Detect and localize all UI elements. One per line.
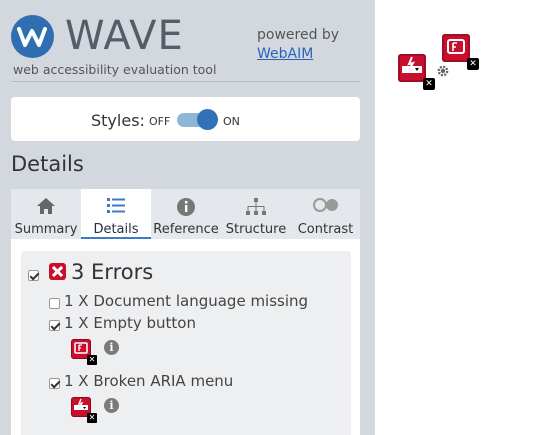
wave-logo-icon — [11, 15, 54, 58]
contrast-icon — [291, 197, 360, 217]
tab-reference[interactable]: Reference — [151, 189, 221, 239]
tab-reference-label: Reference — [153, 222, 219, 237]
styles-toggle-card: Styles: OFF ON — [11, 97, 360, 141]
error-x-icon — [49, 263, 66, 280]
item-checkbox-empty-button[interactable] — [49, 320, 60, 331]
styles-off-label: OFF — [149, 115, 171, 128]
styles-toggle-switch[interactable] — [177, 109, 218, 130]
page-empty-button-badge-icon[interactable]: ✕ — [442, 34, 479, 70]
tab-structure[interactable]: Structure — [221, 189, 291, 239]
close-icon: ✕ — [467, 58, 479, 70]
logo-subtitle: web accessibility evaluation tool — [13, 62, 217, 77]
tab-details[interactable]: Details — [81, 189, 151, 239]
styles-label: Styles: — [91, 111, 145, 130]
item-language-missing[interactable]: 1 X Document language missing — [64, 292, 308, 310]
list-icon — [81, 197, 151, 217]
wave-sidebar: WAVE web accessibility evaluation tool p… — [0, 0, 375, 435]
item-broken-aria-menu[interactable]: 1 X Broken ARIA menu — [64, 372, 233, 390]
tab-contrast-label: Contrast — [297, 222, 354, 237]
close-icon: ✕ — [423, 78, 435, 90]
gear-icon[interactable] — [436, 63, 450, 82]
brand-header: WAVE web accessibility evaluation tool p… — [11, 11, 366, 81]
errors-list: 3 Errors 1 X Document language missing 1… — [21, 251, 351, 435]
page-aria-menu-badge-icon[interactable]: ✕ — [398, 54, 435, 90]
tab-details-label: Details — [93, 222, 139, 237]
toggle-knob — [197, 109, 218, 130]
tab-summary-label: Summary — [14, 222, 78, 237]
close-icon: ✕ — [87, 355, 97, 365]
tab-contrast[interactable]: Contrast — [291, 189, 360, 239]
webaim-link[interactable]: WebAIM — [257, 46, 313, 62]
tab-structure-label: Structure — [225, 222, 287, 237]
powered-by-text: powered by — [257, 27, 340, 43]
close-icon: ✕ — [87, 413, 97, 423]
details-panel: Summary Details Reference Structure Cont… — [11, 189, 360, 435]
aria-menu-badge-icon[interactable]: ✕ — [71, 397, 97, 423]
styles-on-label: ON — [223, 115, 240, 128]
item-empty-button[interactable]: 1 X Empty button — [64, 314, 196, 332]
section-title: Details — [11, 152, 84, 176]
errors-title: 3 Errors — [71, 260, 154, 284]
info-icon — [151, 197, 221, 217]
header-divider — [11, 81, 360, 82]
errors-checkbox[interactable] — [28, 270, 39, 281]
item-checkbox-language[interactable] — [49, 298, 60, 309]
home-icon — [11, 197, 81, 217]
item-checkbox-aria-menu[interactable] — [49, 378, 60, 389]
aria-menu-info-icon[interactable]: i — [104, 398, 119, 413]
tab-bar: Summary Details Reference Structure Cont… — [11, 189, 360, 239]
empty-button-badge-icon[interactable]: ✕ — [71, 339, 97, 365]
sitemap-icon — [221, 197, 291, 217]
empty-button-info-icon[interactable]: i — [104, 340, 119, 355]
logo-text: WAVE — [65, 13, 184, 59]
tab-summary[interactable]: Summary — [11, 189, 81, 239]
